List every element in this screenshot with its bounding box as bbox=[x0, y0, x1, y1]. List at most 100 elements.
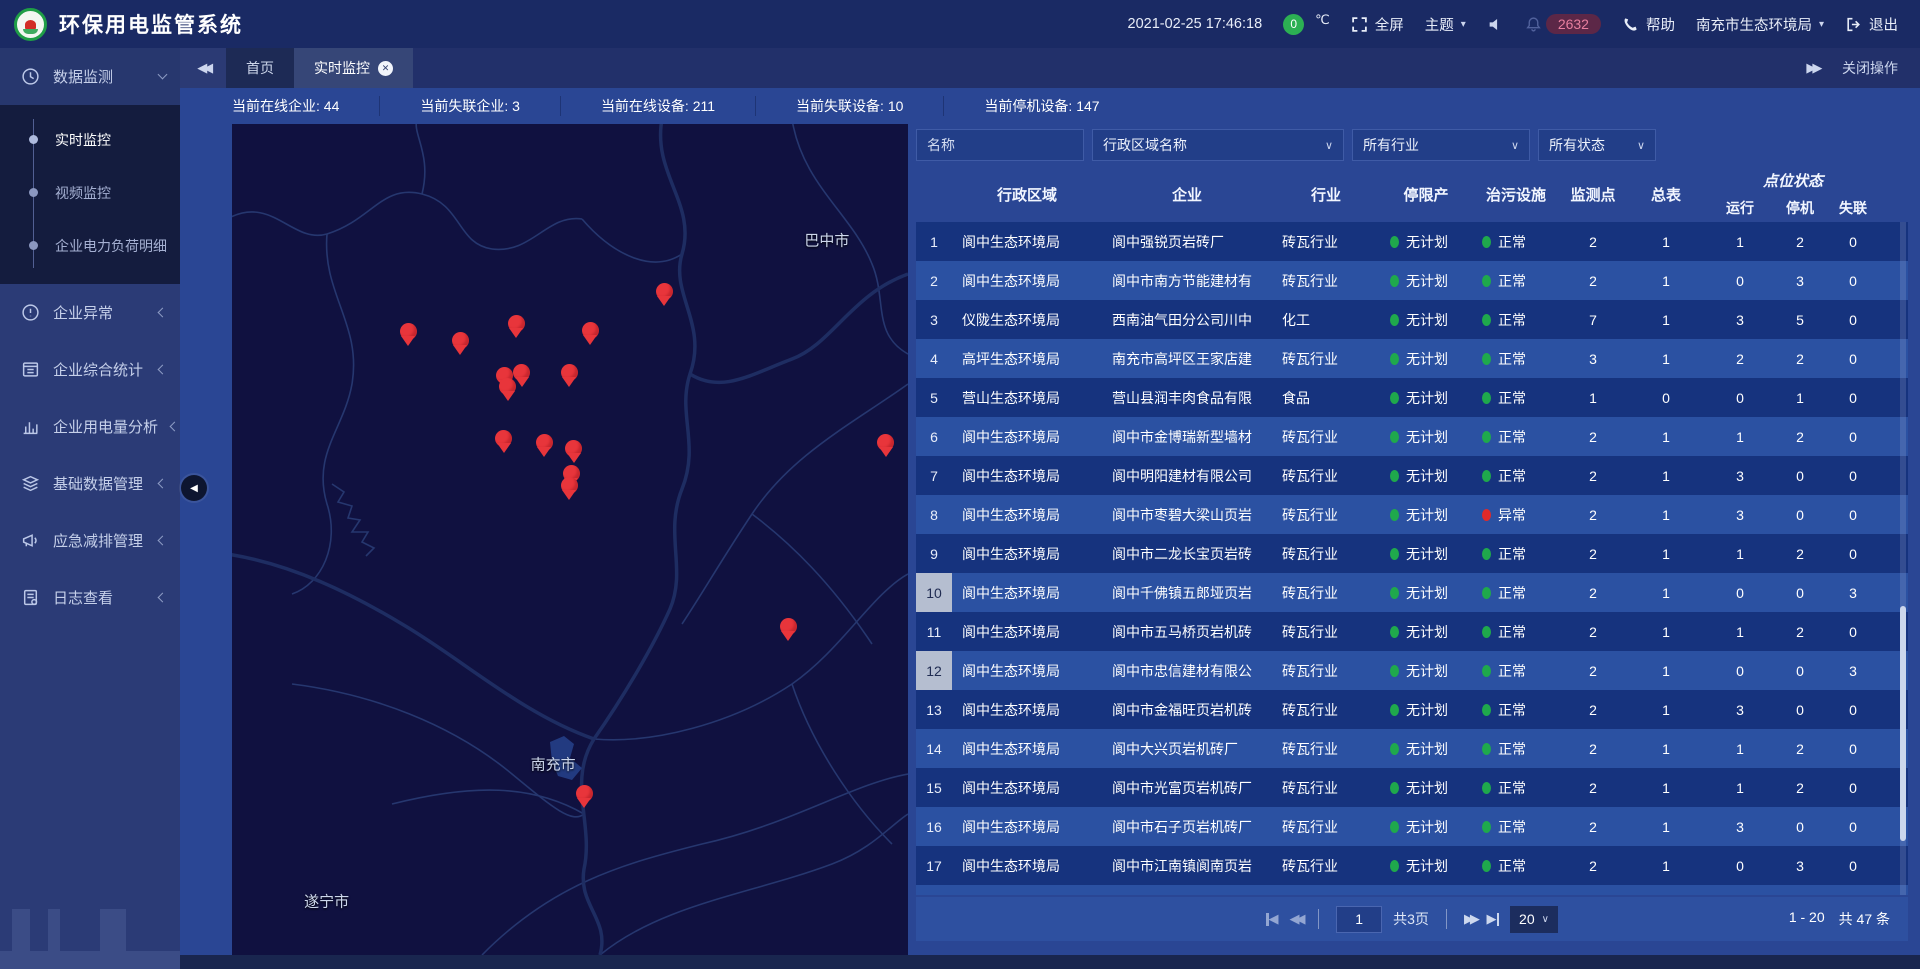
table-row-2[interactable]: 2阆中生态环境局阆中市南方节能建材有砖瓦行业无计划正常21030 bbox=[916, 261, 1908, 300]
table-row-17[interactable]: 17阆中生态环境局阆中市江南镇阆南页岩砖瓦行业无计划正常21030 bbox=[916, 846, 1908, 885]
map-pin-17[interactable] bbox=[576, 785, 593, 802]
page-size-select[interactable]: 20∨ bbox=[1510, 906, 1558, 933]
map-pin-10[interactable] bbox=[495, 430, 512, 447]
map-pin-12[interactable] bbox=[565, 440, 582, 457]
sidebar-item-3[interactable]: 企业综合统计 bbox=[0, 341, 180, 398]
map-pin-14[interactable] bbox=[561, 477, 578, 494]
table-row-8[interactable]: 8阆中生态环境局阆中市枣碧大梁山页岩砖瓦行业无计划异常21300 bbox=[916, 495, 1908, 534]
sidebar-item-7[interactable]: 日志查看 bbox=[0, 569, 180, 626]
cell-stopped: 3 bbox=[1774, 273, 1826, 289]
table-row-6[interactable]: 6阆中生态环境局阆中市金博瑞新型墙材砖瓦行业无计划正常21120 bbox=[916, 417, 1908, 456]
sidebar-collapse-button[interactable]: ◀ bbox=[181, 475, 207, 501]
page-input[interactable] bbox=[1336, 906, 1382, 933]
cell-stopped: 2 bbox=[1774, 741, 1826, 757]
map-pin-11[interactable] bbox=[536, 434, 553, 451]
table-row-1[interactable]: 1阆中生态环境局阆中强锐页岩砖厂砖瓦行业无计划正常21120 bbox=[916, 222, 1908, 261]
table-row-15[interactable]: 15阆中生态环境局阆中市光富页岩机砖厂砖瓦行业无计划正常21120 bbox=[916, 768, 1908, 807]
facility-text: 正常 bbox=[1498, 388, 1526, 408]
col-5: 停限产 bbox=[1380, 184, 1472, 205]
map-pin-1[interactable] bbox=[400, 323, 417, 340]
region-filter-select[interactable]: 行政区域名称∨ bbox=[1092, 129, 1344, 161]
table-scrollbar-thumb[interactable] bbox=[1900, 606, 1906, 842]
table-row-14[interactable]: 14阆中生态环境局阆中大兴页岩机砖厂砖瓦行业无计划正常21120 bbox=[916, 729, 1908, 768]
map-pin-7[interactable] bbox=[513, 364, 530, 381]
status-dot-green-icon bbox=[1390, 821, 1399, 833]
status-filter-select[interactable]: 所有状态∨ bbox=[1538, 129, 1656, 161]
next-page-button[interactable]: ▶▶ bbox=[1464, 911, 1476, 927]
tabs-scroll-right-button[interactable]: ▶▶ bbox=[1806, 60, 1818, 76]
cell-monitor-points: 3 bbox=[1560, 351, 1626, 367]
table-row-7[interactable]: 7阆中生态环境局阆中明阳建材有限公司砖瓦行业无计划正常21300 bbox=[916, 456, 1908, 495]
sidebar-item-5[interactable]: 基础数据管理 bbox=[0, 455, 180, 512]
map-pin-3[interactable] bbox=[508, 315, 525, 332]
map-pin-15[interactable] bbox=[877, 434, 894, 451]
table-row-5[interactable]: 5营山生态环境局营山县润丰肉食品有限食品无计划正常10010 bbox=[916, 378, 1908, 417]
close-icon[interactable]: ✕ bbox=[378, 61, 393, 76]
table-row-9[interactable]: 9阆中生态环境局阆中市二龙长宝页岩砖砖瓦行业无计划正常21120 bbox=[916, 534, 1908, 573]
tabs-scroll-left-button[interactable]: ◀◀ bbox=[180, 48, 226, 88]
help-button[interactable]: 帮助 bbox=[1622, 14, 1675, 35]
cell-monitor-points: 2 bbox=[1560, 585, 1626, 601]
cell-monitor-points: 2 bbox=[1560, 741, 1626, 757]
cell-total-meters: 1 bbox=[1626, 780, 1706, 796]
row-index: 1 bbox=[916, 222, 952, 261]
stat-label: 当前在线企业: bbox=[232, 98, 324, 114]
help-label: 帮助 bbox=[1646, 14, 1675, 35]
map[interactable]: 巴中市南充市遂宁市 bbox=[232, 124, 908, 955]
table-row-10[interactable]: 10阆中生态环境局阆中千佛镇五郎垭页岩砖瓦行业无计划正常21003 bbox=[916, 573, 1908, 612]
status-dot-green-icon bbox=[1390, 314, 1399, 326]
first-page-button[interactable]: ◀ bbox=[1266, 911, 1279, 927]
map-pin-16[interactable] bbox=[780, 618, 797, 635]
sidebar-subitem-3[interactable]: 企业电力负荷明细 bbox=[0, 219, 180, 272]
name-filter-input[interactable] bbox=[916, 129, 1084, 161]
notifications-button[interactable]: 2632 bbox=[1525, 14, 1601, 34]
tab-2[interactable]: 实时监控✕ bbox=[294, 48, 413, 88]
sidebar-item-label: 应急减排管理 bbox=[53, 530, 143, 551]
sidebar-item-2[interactable]: 企业异常 bbox=[0, 284, 180, 341]
fullscreen-button[interactable]: 全屏 bbox=[1351, 14, 1404, 35]
mute-button[interactable] bbox=[1487, 16, 1504, 33]
map-pin-2[interactable] bbox=[452, 332, 469, 349]
cell-lost: 0 bbox=[1826, 702, 1880, 718]
table-row-11[interactable]: 11阆中生态环境局阆中市五马桥页岩机砖砖瓦行业无计划正常21120 bbox=[916, 612, 1908, 651]
map-pin-9[interactable] bbox=[499, 378, 516, 395]
cell-industry: 砖瓦行业 bbox=[1272, 583, 1380, 603]
sidebar-item-4[interactable]: 企业用电量分析 bbox=[0, 398, 180, 455]
map-pin-5[interactable] bbox=[656, 283, 673, 300]
cell-pollution-facility: 正常 bbox=[1472, 232, 1560, 252]
cell-monitor-points: 2 bbox=[1560, 624, 1626, 640]
sidebar-subitem-1[interactable]: 实时监控 bbox=[0, 113, 180, 166]
logout-button[interactable]: 退出 bbox=[1845, 14, 1898, 35]
footer-strip bbox=[180, 955, 1920, 969]
cell-monitor-points: 2 bbox=[1560, 234, 1626, 250]
table-row-13[interactable]: 13阆中生态环境局阆中市金福旺页岩机砖砖瓦行业无计划正常21300 bbox=[916, 690, 1908, 729]
table-row-3[interactable]: 3仪陇生态环境局西南油气田分公司川中化工无计划正常71350 bbox=[916, 300, 1908, 339]
cell-stop-limit: 无计划 bbox=[1380, 895, 1472, 896]
range-label: 1 - 20 bbox=[1789, 909, 1825, 929]
sidebar-item-6[interactable]: 应急减排管理 bbox=[0, 512, 180, 569]
sidebar-item-label: 日志查看 bbox=[53, 587, 113, 608]
org-dropdown[interactable]: 南充市生态环境局 ▾ bbox=[1696, 14, 1824, 35]
table-row-12[interactable]: 12阆中生态环境局阆中市忠信建材有限公砖瓦行业无计划正常21003 bbox=[916, 651, 1908, 690]
cell-stop-limit: 无计划 bbox=[1380, 817, 1472, 837]
industry-filter-select[interactable]: 所有行业∨ bbox=[1352, 129, 1530, 161]
cell-stop-limit: 无计划 bbox=[1380, 427, 1472, 447]
cell-total-meters: 1 bbox=[1626, 585, 1706, 601]
tab-1[interactable]: 首页 bbox=[226, 48, 294, 88]
cell-region: 阆中生态环境局 bbox=[952, 817, 1102, 837]
org-label: 南充市生态环境局 bbox=[1696, 14, 1812, 35]
map-pin-4[interactable] bbox=[582, 322, 599, 339]
map-pin-8[interactable] bbox=[561, 364, 578, 381]
status-dot-green-icon bbox=[1390, 431, 1399, 443]
theme-dropdown[interactable]: 主题 ▾ bbox=[1425, 14, 1466, 35]
last-page-button[interactable]: ▶ bbox=[1487, 911, 1500, 927]
table-row-4[interactable]: 4高坪生态环境局南充市高坪区王家店建砖瓦行业无计划正常31220 bbox=[916, 339, 1908, 378]
cell-total-meters: 1 bbox=[1626, 819, 1706, 835]
sidebar-item-1[interactable]: 数据监测 bbox=[0, 48, 180, 105]
table-row-16[interactable]: 16阆中生态环境局阆中市石子页岩机砖厂砖瓦行业无计划正常21300 bbox=[916, 807, 1908, 846]
prev-page-button[interactable]: ◀◀ bbox=[1290, 911, 1302, 927]
sidebar-subitem-label: 视频监控 bbox=[55, 183, 111, 203]
table-row-18[interactable]: 18南部生态环境局南部县砚华土陶有限公建材加工无计划正常60050 bbox=[916, 885, 1908, 895]
close-operations-button[interactable]: 关闭操作 bbox=[1842, 58, 1898, 78]
sidebar-subitem-2[interactable]: 视频监控 bbox=[0, 166, 180, 219]
